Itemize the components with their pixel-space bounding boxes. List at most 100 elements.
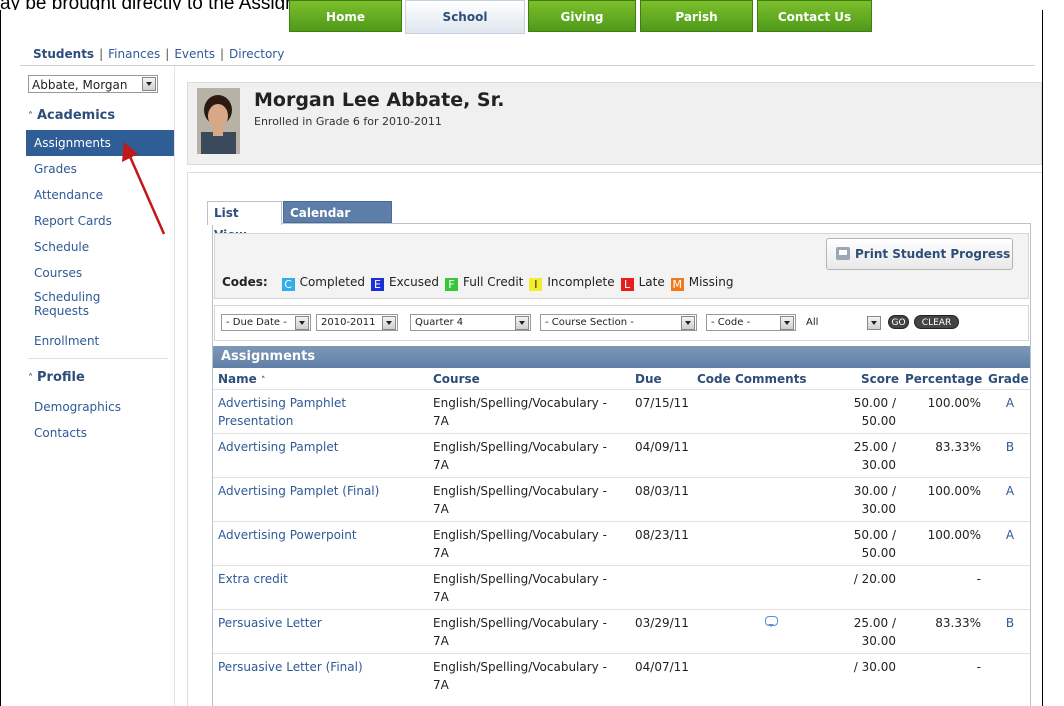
collapse-icon[interactable]: ˄ (28, 373, 33, 384)
chevron-down-icon[interactable] (382, 316, 396, 330)
grade-link[interactable]: A (1003, 394, 1017, 412)
subnav-students[interactable]: Students (33, 47, 94, 61)
table-row: Advertising Pamplet English/Spelling/Voca… (213, 433, 1030, 478)
column-header-percentage[interactable]: Percentage (905, 372, 982, 386)
due-date-select[interactable]: - Due Date - (221, 314, 311, 331)
subnav-directory[interactable]: Directory (229, 47, 284, 61)
course-cell: English/Spelling/Vocabulary - 7A (433, 396, 607, 428)
table-row: Advertising Pamplet (Final) English/Spell… (213, 477, 1030, 522)
quarter-value: Quarter 4 (415, 317, 464, 328)
score-cell: 50.00 / 50.00 (853, 528, 896, 560)
percentage-cell: 83.33% (935, 616, 981, 630)
grade-link[interactable]: A (1003, 482, 1017, 500)
course-cell: English/Spelling/Vocabulary - 7A (433, 660, 607, 692)
tab-giving[interactable]: Giving (528, 0, 636, 32)
column-header-code-comments[interactable]: Code Comments (697, 372, 807, 386)
assignment-name-link[interactable]: Persuasive Letter (Final) (218, 658, 408, 676)
sidebar-item-contacts[interactable]: Contacts (26, 420, 174, 446)
sidebar-item-scheduling-requests[interactable]: Scheduling Requests (26, 288, 136, 322)
subnav-events[interactable]: Events (174, 47, 215, 61)
due-date-cell: 03/29/11 (635, 616, 689, 630)
column-header-name[interactable]: Name ˄ (218, 372, 265, 386)
column-header-course[interactable]: Course (433, 372, 480, 386)
table-row: Advertising Pamphlet Presentation English… (213, 389, 1030, 434)
code-value: - Code - (711, 317, 751, 328)
student-name: Morgan Lee Abbate, Sr. (254, 89, 505, 111)
year-value: 2010-2011 (321, 317, 376, 328)
assignments-table-title: Assignments (213, 346, 1030, 368)
sidebar-item-demographics[interactable]: Demographics (26, 394, 174, 420)
assignment-name-link[interactable]: Advertising Pamplet (218, 438, 408, 456)
score-cell: 50.00 / 50.00 (853, 396, 896, 428)
column-header-grade[interactable]: Grade (988, 372, 1029, 386)
academics-heading-label: Academics (37, 108, 116, 123)
grade-link[interactable]: B (1003, 438, 1017, 456)
chevron-down-icon[interactable] (515, 316, 529, 330)
sidebar-item-enrollment[interactable]: Enrollment (26, 328, 174, 354)
print-button-label: Print Student Progress (855, 247, 1011, 261)
column-header-score[interactable]: Score (861, 372, 899, 386)
all-select[interactable]: All (801, 314, 883, 331)
tab-school[interactable]: School (405, 0, 525, 34)
clear-button[interactable]: CLEAR (914, 315, 959, 329)
comment-bubble-icon[interactable] (765, 616, 778, 627)
student-select[interactable]: Abbate, Morgan (28, 75, 158, 93)
column-header-due[interactable]: Due (635, 372, 662, 386)
chevron-down-icon[interactable] (780, 316, 794, 330)
comment-icon[interactable] (765, 613, 778, 631)
collapse-icon[interactable]: ˄ (28, 111, 33, 122)
code-label: Completed (299, 275, 366, 289)
academics-heading[interactable]: ˄ Academics (28, 108, 115, 123)
assignment-name-link[interactable]: Advertising Powerpoint (218, 526, 408, 544)
profile-heading[interactable]: ˄ Profile (28, 370, 85, 385)
sort-up-icon[interactable]: ˄ (261, 376, 266, 386)
due-date-cell: 04/09/11 (635, 440, 689, 454)
score-cell: / 20.00 (853, 572, 896, 586)
percentage-cell: 83.33% (935, 440, 981, 454)
assignment-name-link[interactable]: Persuasive Letter (218, 614, 408, 632)
code-swatch: I (529, 278, 543, 291)
score-cell: 25.00 / 30.00 (853, 616, 896, 648)
chevron-down-icon[interactable] (681, 316, 695, 330)
sidebar-item-courses[interactable]: Courses (26, 260, 174, 286)
grade-link[interactable]: A (1003, 526, 1017, 544)
course-section-select[interactable]: - Course Section - (540, 314, 697, 331)
year-select[interactable]: 2010-2011 (316, 314, 398, 331)
tab-parish[interactable]: Parish (640, 0, 753, 32)
tab-calendar-view[interactable]: Calendar View (283, 201, 392, 242)
table-row: Persuasive Letter English/Spelling/Vocabu… (213, 609, 1030, 654)
due-date-value: - Due Date - (226, 317, 287, 328)
chevron-down-icon[interactable] (142, 77, 156, 91)
assignment-name-link[interactable]: Extra credit (218, 570, 408, 588)
chevron-down-icon[interactable] (867, 316, 881, 330)
sub-nav: Students | Finances | Events | Directory (33, 47, 284, 61)
tab-contact-us[interactable]: Contact Us (757, 0, 872, 32)
code-swatch: F (444, 278, 458, 291)
assignment-name-link[interactable]: Advertising Pamplet (Final) (218, 482, 408, 500)
grade-link[interactable]: B (1003, 614, 1017, 632)
due-date-cell: 08/23/11 (635, 528, 689, 542)
quarter-select[interactable]: Quarter 4 (410, 314, 531, 331)
subnav-finances[interactable]: Finances (108, 47, 160, 61)
table-row: Persuasive Letter (Final) English/Spellin… (213, 653, 1030, 698)
code-label: Full Credit (462, 275, 524, 289)
tab-home[interactable]: Home (289, 0, 402, 32)
score-cell: 30.00 / 30.00 (853, 484, 896, 516)
enrollment-text: Enrolled in Grade 6 for 2010-2011 (254, 115, 442, 128)
separator: | (165, 47, 170, 61)
separator: | (219, 47, 225, 61)
course-cell: English/Spelling/Vocabulary - 7A (433, 528, 607, 560)
tab-list-view[interactable]: List View (207, 201, 282, 242)
chevron-down-icon[interactable] (295, 316, 309, 330)
student-header: Morgan Lee Abbate, Sr. Enrolled in Grade… (187, 82, 1042, 165)
column-header-name-label: Name (218, 372, 257, 386)
code-label: Excused (389, 275, 439, 289)
go-button[interactable]: GO (888, 315, 909, 329)
code-select[interactable]: - Code - (706, 314, 796, 331)
percentage-cell: 100.00% (927, 396, 981, 410)
percentage-cell: 100.00% (927, 528, 981, 542)
code-label: Late (638, 275, 665, 289)
print-student-progress-button[interactable]: Print Student Progress (826, 238, 1013, 270)
due-date-cell: 04/07/11 (635, 660, 689, 674)
assignment-name-link[interactable]: Advertising Pamphlet Presentation (218, 394, 408, 430)
